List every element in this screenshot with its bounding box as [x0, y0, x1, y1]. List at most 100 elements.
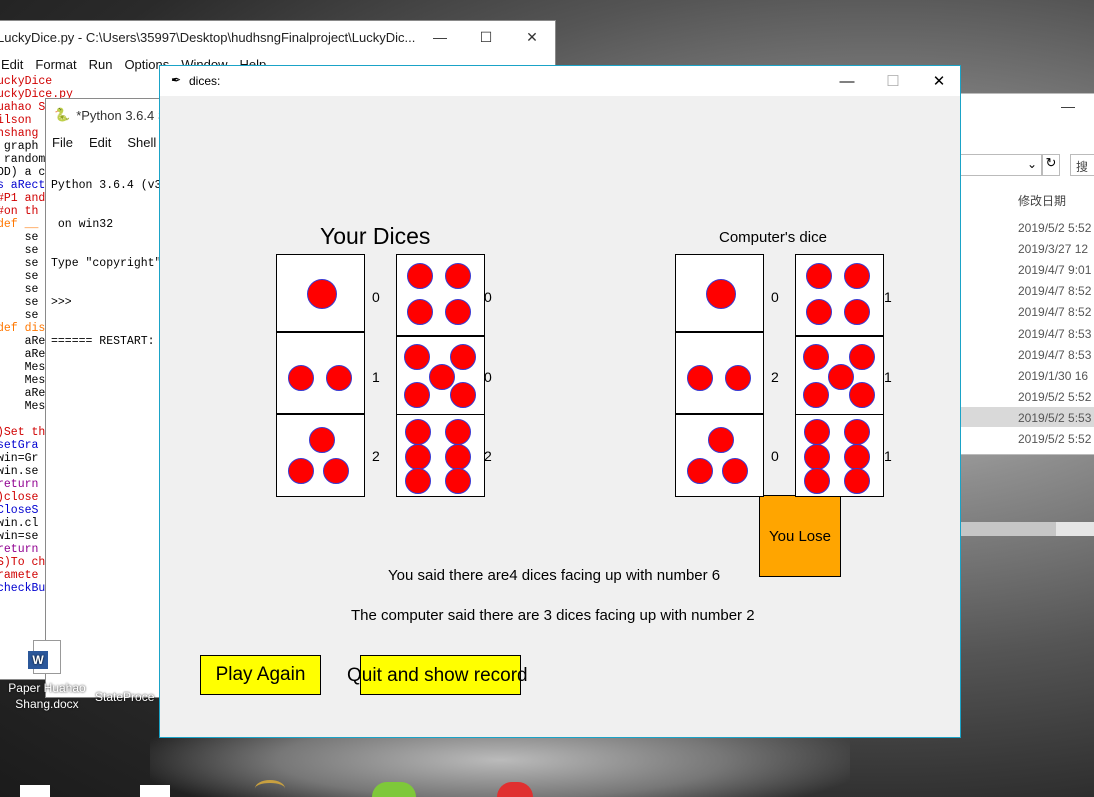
- editor-window-controls: — ☐ ✕: [417, 21, 555, 53]
- close-icon[interactable]: ✕: [916, 66, 962, 96]
- minimize-icon[interactable]: —: [824, 66, 870, 96]
- game-canvas: Your Dices Computer's dice 0 1 2 0 0 2 0…: [160, 96, 960, 737]
- file-modified-date[interactable]: 2019/4/7 8:52: [1018, 305, 1091, 319]
- file-icon[interactable]: [20, 785, 50, 797]
- die-pip: [405, 418, 432, 445]
- die-pip: [687, 365, 714, 392]
- menu-run[interactable]: Run: [89, 57, 113, 72]
- dice-window-title-bar[interactable]: ✒ dices: — ☐ ✕: [160, 66, 960, 96]
- player-count-2: 1: [372, 369, 380, 385]
- play-again-button[interactable]: Play Again: [200, 655, 321, 695]
- maximize-icon[interactable]: ☐: [463, 21, 509, 53]
- chevron-down-icon: ⌄: [1026, 157, 1037, 171]
- shell-menu-shell[interactable]: Shell: [127, 135, 156, 150]
- file-modified-date[interactable]: 2019/5/2 5:52: [1018, 221, 1091, 235]
- file-modified-date[interactable]: 2019/4/7 8:53: [1018, 327, 1091, 341]
- result-badge: You Lose: [759, 495, 841, 577]
- player-die-face-2: [276, 332, 365, 414]
- computer-die-face-5: [795, 336, 884, 416]
- die-pip: [306, 279, 337, 309]
- die-pip: [804, 418, 831, 445]
- desktop-icon-word-doc[interactable]: W Paper Huahao Shang.docx: [2, 640, 92, 712]
- computer-count-6: 1: [884, 448, 892, 464]
- your-dices-label: Your Dices: [320, 223, 431, 249]
- desktop-icon-stateproce[interactable]: StateProce: [95, 690, 165, 704]
- file-modified-date[interactable]: 2019/4/7 8:53: [1018, 348, 1091, 362]
- computer-die-face-3: [675, 414, 764, 497]
- close-icon[interactable]: ✕: [509, 21, 555, 53]
- word-doc-icon: W: [28, 640, 61, 674]
- menu-format[interactable]: Format: [35, 57, 76, 72]
- file-icon[interactable]: [140, 785, 170, 797]
- desktop-icon-label: Paper Huahao Shang.docx: [8, 681, 86, 711]
- computer-count-2: 2: [771, 369, 779, 385]
- explorer-minimize-icon[interactable]: —: [1061, 98, 1075, 114]
- computer-count-5: 1: [884, 369, 892, 385]
- die-pip: [428, 364, 455, 390]
- die-pip: [802, 381, 829, 408]
- app-icon[interactable]: [255, 780, 285, 797]
- minimize-icon[interactable]: —: [417, 21, 463, 53]
- die-pip: [843, 262, 870, 289]
- die-pip: [802, 344, 829, 370]
- file-modified-date[interactable]: 2019/1/30 16: [1018, 369, 1088, 383]
- die-pip: [288, 365, 315, 392]
- die-pip: [405, 443, 432, 470]
- shell-menu-file[interactable]: File: [52, 135, 73, 150]
- file-modified-date[interactable]: 2019/4/7 9:01: [1018, 263, 1091, 277]
- die-pip: [687, 457, 714, 484]
- die-pip: [804, 468, 831, 495]
- menu-edit[interactable]: Edit: [1, 57, 23, 72]
- die-pip: [843, 443, 870, 470]
- die-pip: [848, 381, 875, 408]
- computer-die-face-2: [675, 332, 764, 414]
- die-pip: [449, 344, 476, 370]
- die-pip: [721, 457, 748, 484]
- file-modified-date[interactable]: 2019/5/2 5:53: [1018, 411, 1091, 425]
- file-modified-date[interactable]: 2019/5/2 5:52: [1018, 432, 1091, 446]
- quit-and-show-record-button[interactable]: Quit and show record: [347, 655, 528, 695]
- die-pip: [843, 468, 870, 495]
- file-modified-date[interactable]: 2019/4/7 8:52: [1018, 284, 1091, 298]
- player-die-face-3: [276, 414, 365, 497]
- horizontal-scrollbar[interactable]: [956, 522, 1094, 536]
- die-pip: [288, 457, 315, 484]
- computer-count-1: 0: [771, 289, 779, 305]
- die-pip: [407, 299, 434, 326]
- die-pip: [326, 365, 353, 392]
- computer-die-face-4: [795, 254, 884, 336]
- maximize-icon[interactable]: ☐: [870, 66, 916, 96]
- die-pip: [843, 418, 870, 445]
- die-pip: [804, 443, 831, 470]
- player-count-4: 0: [484, 289, 492, 305]
- dice-window-title: dices:: [189, 74, 221, 88]
- python-icon: 🐍: [54, 107, 71, 122]
- player-count-1: 0: [372, 289, 380, 305]
- die-pip: [725, 365, 752, 392]
- computer-count-4: 1: [884, 289, 892, 305]
- die-pip: [405, 468, 432, 495]
- file-explorer-window[interactable]: — ⌄ ↻ 搜 修改日期 2019/5/2 5:52 2019/3/27 12 20…: [955, 93, 1094, 536]
- refresh-icon[interactable]: ↻: [1042, 154, 1060, 176]
- dice-game-window[interactable]: ✒ dices: — ☐ ✕ Your Dices Computer's dic…: [159, 65, 961, 738]
- die-pip: [444, 299, 471, 326]
- die-pip: [322, 457, 349, 484]
- feather-icon: ✒: [171, 73, 182, 87]
- player-die-face-6: [396, 414, 485, 497]
- die-pip: [403, 381, 430, 408]
- explorer-search-box[interactable]: 搜: [1070, 154, 1094, 176]
- player-die-face-1: [276, 254, 365, 332]
- computer-dice-label: Computer's dice: [719, 229, 827, 246]
- file-modified-date[interactable]: 2019/5/2 5:52: [1018, 390, 1091, 404]
- shell-menu-edit[interactable]: Edit: [89, 135, 111, 150]
- die-pip: [848, 344, 875, 370]
- die-pip: [806, 262, 833, 289]
- desktop-icon-label: StateProce: [95, 690, 155, 704]
- player-die-face-4: [396, 254, 485, 336]
- your-statement: You said there are4 dices facing up with…: [388, 567, 721, 584]
- explorer-address-dropdown[interactable]: ⌄: [956, 154, 1042, 176]
- app-icon[interactable]: [372, 782, 416, 797]
- scrollbar-thumb[interactable]: [956, 522, 1056, 536]
- file-modified-date[interactable]: 2019/3/27 12: [1018, 242, 1088, 256]
- column-header-modified[interactable]: 修改日期: [1018, 192, 1066, 209]
